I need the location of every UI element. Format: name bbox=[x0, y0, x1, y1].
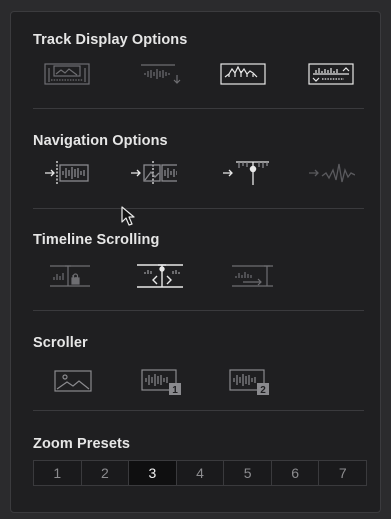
zoom-preset-3[interactable]: 3 bbox=[129, 461, 177, 485]
scroll-page-button[interactable] bbox=[229, 262, 277, 288]
zoom-preset-5[interactable]: 5 bbox=[224, 461, 272, 485]
waveform-peaks-icon bbox=[220, 63, 266, 85]
track-display-options-title: Track Display Options bbox=[33, 32, 188, 48]
section-divider bbox=[33, 310, 364, 311]
zoom-preset-7[interactable]: 7 bbox=[319, 461, 366, 485]
waveform-badge-2-icon: 2 bbox=[229, 369, 269, 396]
waveform-badge-1-icon: 1 bbox=[141, 369, 181, 396]
section-divider bbox=[33, 208, 364, 209]
waveform-arrow-down-icon bbox=[141, 64, 181, 84]
waveform-arrow-down-button[interactable] bbox=[137, 61, 185, 87]
zoom-presets-title: Zoom Presets bbox=[33, 436, 131, 452]
section-divider bbox=[33, 108, 364, 109]
playhead-lock-icon bbox=[50, 265, 90, 287]
waveform-peaks-button[interactable] bbox=[219, 61, 267, 87]
navigation-waveform-peak-button[interactable] bbox=[307, 160, 355, 186]
mouse-cursor-icon bbox=[121, 206, 135, 226]
navigation-thumbnail-button[interactable] bbox=[129, 160, 177, 186]
navigation-marker-button[interactable] bbox=[221, 160, 269, 186]
timeline-scrolling-title: Timeline Scrolling bbox=[33, 232, 160, 248]
filmstrip-waveform-icon bbox=[44, 63, 90, 85]
arrow-thumbnail-waveform-icon bbox=[131, 161, 177, 185]
zoom-preset-1[interactable]: 1 bbox=[34, 461, 82, 485]
scroller-waveform-1-button[interactable]: 1 bbox=[137, 368, 185, 396]
navigation-playhead-button[interactable] bbox=[43, 160, 91, 186]
waveform-stacked-button[interactable] bbox=[307, 61, 355, 87]
scroller-badge-1: 1 bbox=[172, 385, 178, 396]
navigation-options-title: Navigation Options bbox=[33, 133, 168, 149]
arrow-playhead-waveform-icon bbox=[45, 161, 89, 185]
zoom-preset-4[interactable]: 4 bbox=[177, 461, 225, 485]
waveform-stacked-icon bbox=[308, 63, 354, 85]
scroll-lock-button[interactable] bbox=[47, 262, 95, 288]
section-divider bbox=[33, 410, 364, 411]
zoom-preset-2[interactable]: 2 bbox=[82, 461, 130, 485]
scroll-center-button[interactable] bbox=[135, 262, 183, 288]
playhead-center-scroll-icon bbox=[137, 264, 183, 288]
arrow-playhead-marker-icon bbox=[223, 161, 269, 185]
filmstrip-waveform-button[interactable] bbox=[43, 61, 91, 87]
timeline-view-options-panel: Track Display Options Navigation Options… bbox=[10, 11, 381, 513]
scroller-thumbnail-button[interactable] bbox=[49, 368, 97, 394]
scroller-waveform-2-button[interactable]: 2 bbox=[225, 368, 273, 396]
scroller-title: Scroller bbox=[33, 335, 88, 351]
arrow-waveform-peak-icon bbox=[309, 163, 355, 183]
playhead-page-scroll-icon bbox=[232, 265, 273, 287]
zoom-preset-6[interactable]: 6 bbox=[272, 461, 320, 485]
zoom-presets-bar: 1234567 bbox=[33, 460, 367, 486]
image-thumbnail-icon bbox=[54, 370, 92, 392]
scroller-badge-2: 2 bbox=[260, 385, 266, 396]
